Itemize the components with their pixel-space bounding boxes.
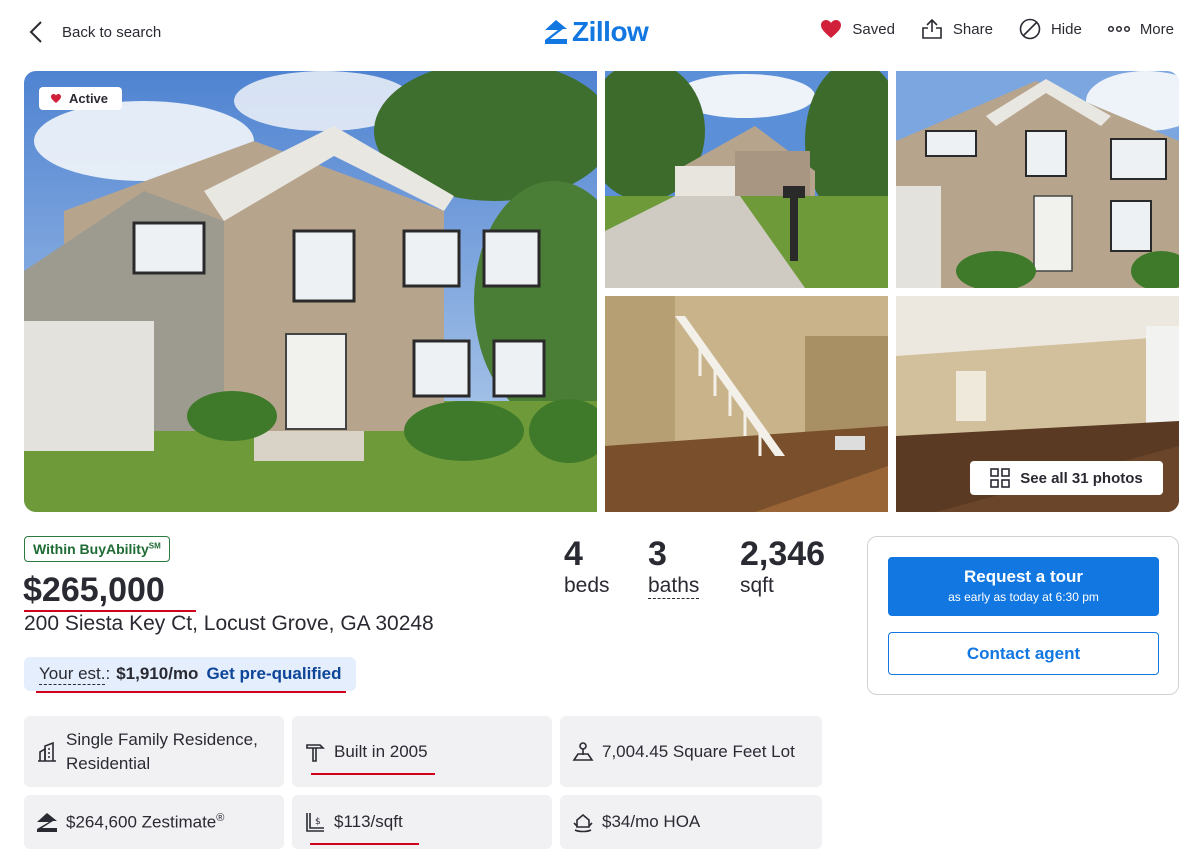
hide-label: Hide <box>1050 20 1082 38</box>
listing-address: 200 Siesta Key Ct, Locust Grove, GA 3024… <box>24 612 434 635</box>
estimate-underline <box>36 691 346 693</box>
photo-front-closeup[interactable] <box>896 71 1179 288</box>
see-all-photos-button[interactable]: See all 31 photos <box>970 461 1163 495</box>
sqft-stat: 2,346 sqft <box>740 534 825 598</box>
svg-text:$: $ <box>315 817 321 827</box>
photo-staircase[interactable] <box>605 296 888 512</box>
saved-label: Saved <box>852 20 895 38</box>
more-label: More <box>1139 20 1174 38</box>
chevron-left-icon <box>29 21 42 43</box>
zestimate-icon <box>37 813 57 832</box>
fact-zestimate: $264,600 Zestimate® <box>24 795 284 849</box>
building-icon <box>38 741 56 762</box>
get-pre-qualified-link[interactable]: Get pre-qualified <box>206 664 341 684</box>
year-built-text: Built in 2005 <box>334 741 428 761</box>
listing-price: $265,000 <box>23 571 165 609</box>
estimate-value: $1,910/mo <box>116 664 199 683</box>
saved-button[interactable]: Saved <box>820 19 895 39</box>
zillow-logo[interactable]: Zillow <box>544 16 649 48</box>
zestimate-text: $264,600 Zestimate <box>66 812 217 832</box>
header-actions: Saved Share Hide More <box>794 18 1174 40</box>
hide-icon <box>1019 18 1041 40</box>
lot-size-text: 7,004.45 Square Feet Lot <box>602 741 795 761</box>
fact-hoa: $34/mo HOA <box>560 795 822 849</box>
buyability-badge[interactable]: Within BuyAbilitySM <box>24 536 170 562</box>
logo-text: Zillow <box>572 16 649 47</box>
hide-button[interactable]: Hide <box>1019 18 1082 40</box>
back-to-search-link[interactable]: Back to search <box>24 18 161 46</box>
contact-card: Request a tour as early as today at 6:30… <box>867 536 1179 695</box>
request-tour-subtitle: as early as today at 6:30 pm <box>948 590 1099 604</box>
see-all-label: See all 31 photos <box>1020 469 1143 487</box>
buyability-label: Within BuyAbility <box>33 541 149 557</box>
built-underline <box>311 773 435 775</box>
hammer-icon <box>306 743 325 762</box>
fact-lot-size: 7,004.45 Square Feet Lot <box>560 716 822 787</box>
status-badge: Active <box>39 87 123 110</box>
estimate-colon: : <box>105 664 111 683</box>
sqft-label: sqft <box>740 574 774 597</box>
share-icon <box>922 18 942 39</box>
photo-gallery: Active See all 31 photos <box>24 71 1179 513</box>
hoa-icon <box>573 813 593 833</box>
status-label: Active <box>69 91 109 106</box>
top-bar: Back to search Zillow Saved Share Hide M… <box>0 0 1200 64</box>
zillow-mark-icon <box>545 20 567 44</box>
buyability-mark: SM <box>148 541 161 551</box>
price-sqft-underline <box>310 843 419 845</box>
beds-label: beds <box>564 574 610 597</box>
request-tour-button[interactable]: Request a tour as early as today at 6:30… <box>888 557 1159 616</box>
heart-filled-icon <box>821 20 842 38</box>
heart-small-icon <box>51 94 61 103</box>
back-label: Back to search <box>62 23 162 41</box>
sqft-value: 2,346 <box>740 535 826 573</box>
price-sqft-icon: $ <box>306 813 324 832</box>
zestimate-mark: ® <box>216 811 225 824</box>
main-photo-house-front[interactable]: Active <box>24 71 597 512</box>
hoa-text: $34/mo HOA <box>602 812 701 831</box>
baths-stat: 3 baths <box>648 534 700 599</box>
fact-price-per-sqft: $ $113/sqft <box>292 795 552 849</box>
baths-label[interactable]: baths <box>648 574 700 599</box>
payment-estimate-bar: Your est.: $1,910/mo Get pre-qualified <box>24 657 356 691</box>
request-tour-title: Request a tour <box>963 567 1084 586</box>
home-type-line1: Single Family Residence, <box>66 729 258 749</box>
share-label: Share <box>952 20 993 38</box>
more-dots-icon <box>1107 25 1130 33</box>
share-button[interactable]: Share <box>921 18 993 40</box>
beds-stat: 4 beds <box>564 534 610 598</box>
fact-year-built: Built in 2005 <box>292 716 552 787</box>
beds-value: 4 <box>564 535 583 573</box>
lot-size-icon <box>572 741 594 761</box>
contact-agent-button[interactable]: Contact agent <box>888 632 1159 675</box>
estimate-label[interactable]: Your est. <box>39 664 106 685</box>
price-per-sqft-text: $113/sqft <box>334 812 403 831</box>
grid-icon <box>990 468 1011 488</box>
more-button[interactable]: More <box>1107 20 1174 38</box>
fact-home-type: Single Family Residence, Residential <box>24 716 284 787</box>
home-type-line2: Residential <box>66 753 151 773</box>
baths-value: 3 <box>648 535 667 573</box>
photo-driveway[interactable] <box>605 71 888 288</box>
